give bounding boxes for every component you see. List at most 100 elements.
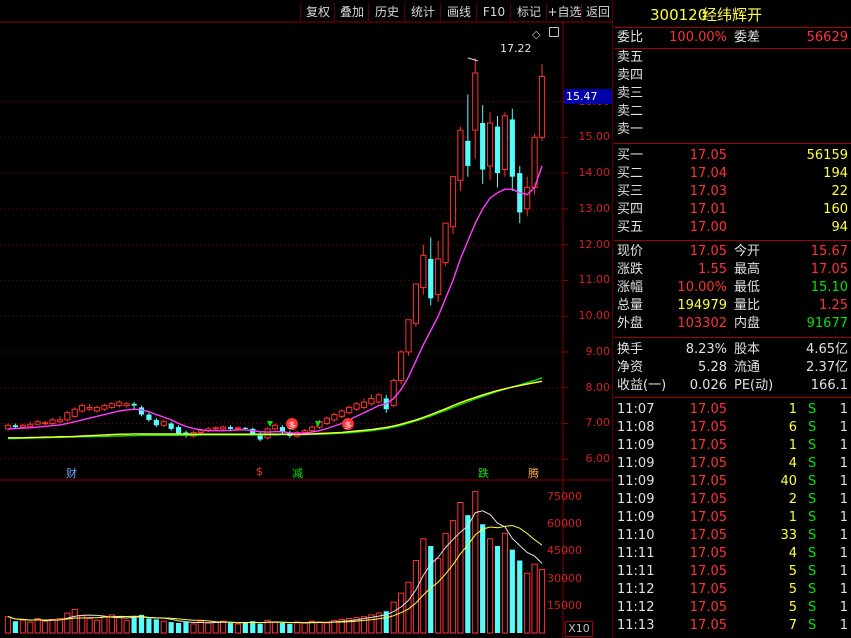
volume-bar xyxy=(517,560,523,633)
bid-label: 买四 xyxy=(617,202,644,217)
price-axis-label: 15.00 xyxy=(578,130,611,144)
stat-label: 涨幅 xyxy=(617,280,644,295)
candle-body xyxy=(390,380,397,407)
tick-volume: 4 xyxy=(788,546,797,561)
toolbar-button-2[interactable]: 历史 xyxy=(368,3,405,21)
fund-value: 5.28 xyxy=(698,360,727,375)
kline-chart-area[interactable]: 多多 复权叠加历史统计画线F10标记+自选返回 16.0015.0014.001… xyxy=(0,0,613,638)
tick-price: 17.05 xyxy=(689,456,727,471)
candle-body xyxy=(360,401,368,408)
stat-value: 91677 xyxy=(806,316,848,331)
candle-body xyxy=(405,319,412,353)
candle-body xyxy=(480,123,486,170)
candle-body xyxy=(12,425,19,428)
volume-axis-label: 15000 xyxy=(547,598,582,612)
tick-count: 1 xyxy=(839,420,848,435)
fund-label: 流通 xyxy=(734,360,761,375)
volume-bar xyxy=(86,618,93,634)
candle-body xyxy=(501,115,509,171)
tick-price: 17.05 xyxy=(689,546,727,561)
event-marker[interactable]: 腾 xyxy=(528,465,539,481)
bid-volume: 94 xyxy=(831,220,848,235)
price-axis-label: 7.00 xyxy=(585,416,611,430)
candle-body xyxy=(531,136,538,188)
volume-bar xyxy=(64,612,71,634)
fund-row: 换手 8.23% 股本 4.65亿 xyxy=(614,341,851,359)
diamond-icon[interactable]: ◇ xyxy=(532,28,540,41)
volume-bar xyxy=(494,546,501,633)
tick-price: 17.05 xyxy=(689,402,727,417)
toolbar-button-6[interactable]: 标记 xyxy=(510,3,547,21)
stock-header: 300120 经纬辉开 xyxy=(614,5,851,25)
volume-bar xyxy=(509,549,515,633)
volume-bar xyxy=(457,502,464,634)
price-axis-label: 11.00 xyxy=(578,273,611,287)
candle-body xyxy=(323,417,331,424)
candle-body xyxy=(86,406,93,410)
tick-time: 11:12 xyxy=(617,582,655,597)
volume-bar xyxy=(116,617,123,634)
candle-body xyxy=(116,401,123,407)
bid-volume: 22 xyxy=(831,184,848,199)
toolbar-button-8[interactable]: 返回 xyxy=(581,3,614,21)
tick-price: 17.05 xyxy=(689,420,727,435)
toolbar-button-1[interactable]: 叠加 xyxy=(334,3,369,21)
toolbar-button-7[interactable]: +自选 xyxy=(546,3,582,21)
tick-price: 17.05 xyxy=(689,564,727,579)
tick-price: 17.05 xyxy=(689,474,727,489)
event-badge-text: 多 xyxy=(288,420,296,430)
tick-volume: 40 xyxy=(780,474,797,489)
kline-chart[interactable]: 多多 xyxy=(0,0,613,638)
volume-bar xyxy=(279,623,286,633)
tick-time: 11:09 xyxy=(617,492,655,507)
event-marker[interactable]: 减 xyxy=(292,465,303,481)
candle-body xyxy=(153,419,159,426)
panel-divider xyxy=(614,397,851,398)
ask-row: 卖五 xyxy=(614,49,851,67)
volume-bar xyxy=(168,622,174,633)
volume-bar xyxy=(123,619,130,634)
volume-bar xyxy=(101,616,108,634)
tick-row: 11:09 17.05 4 S 1 xyxy=(614,455,851,473)
toolbar-button-3[interactable]: 统计 xyxy=(404,3,441,21)
tick-time: 11:09 xyxy=(617,510,655,525)
stat-row: 外盘 103302 内盘 91677 xyxy=(614,315,851,333)
tick-row: 11:12 17.05 5 S 1 xyxy=(614,581,851,599)
candle-body xyxy=(242,427,248,429)
weicha-label: 委差 xyxy=(734,30,761,45)
candle-body xyxy=(146,414,152,420)
stat-label: 内盘 xyxy=(734,316,761,331)
volume-bar xyxy=(524,572,531,634)
ask-label: 卖一 xyxy=(617,122,644,137)
tick-time: 11:13 xyxy=(617,618,655,633)
tick-side: S xyxy=(808,474,817,489)
event-marker[interactable]: 财 xyxy=(66,465,77,481)
panel-toggle-icon[interactable] xyxy=(549,27,559,37)
tick-count: 1 xyxy=(839,456,848,471)
toolbar-button-4[interactable]: 画线 xyxy=(440,3,477,21)
weibi-label: 委比 xyxy=(617,30,644,45)
toolbar-button-0[interactable]: 复权 xyxy=(300,3,335,21)
event-marker[interactable]: 跌 xyxy=(478,465,489,481)
event-marker[interactable]: $ xyxy=(256,465,263,478)
volume-bar xyxy=(219,620,227,634)
volume-bar xyxy=(435,558,442,634)
stat-value: 1.55 xyxy=(698,262,727,277)
fund-value: 2.37亿 xyxy=(806,360,848,375)
tick-side: S xyxy=(808,492,817,507)
tick-row: 11:09 17.05 1 S 1 xyxy=(614,437,851,455)
tick-count: 1 xyxy=(839,600,848,615)
candle-body xyxy=(412,283,420,324)
volume-bar xyxy=(316,621,323,634)
panel-divider xyxy=(614,240,851,241)
volume-bar xyxy=(146,618,152,633)
candle-body xyxy=(19,424,26,428)
tick-price: 17.05 xyxy=(689,438,727,453)
toolbar-button-5[interactable]: F10 xyxy=(476,3,511,21)
volume-ma10-line xyxy=(7,524,543,624)
bid-row: 买五 17.00 94 xyxy=(614,219,851,237)
candle-body xyxy=(160,421,167,426)
stat-label: 外盘 xyxy=(617,316,644,331)
tick-price: 17.05 xyxy=(689,582,727,597)
tick-volume: 7 xyxy=(788,618,797,633)
